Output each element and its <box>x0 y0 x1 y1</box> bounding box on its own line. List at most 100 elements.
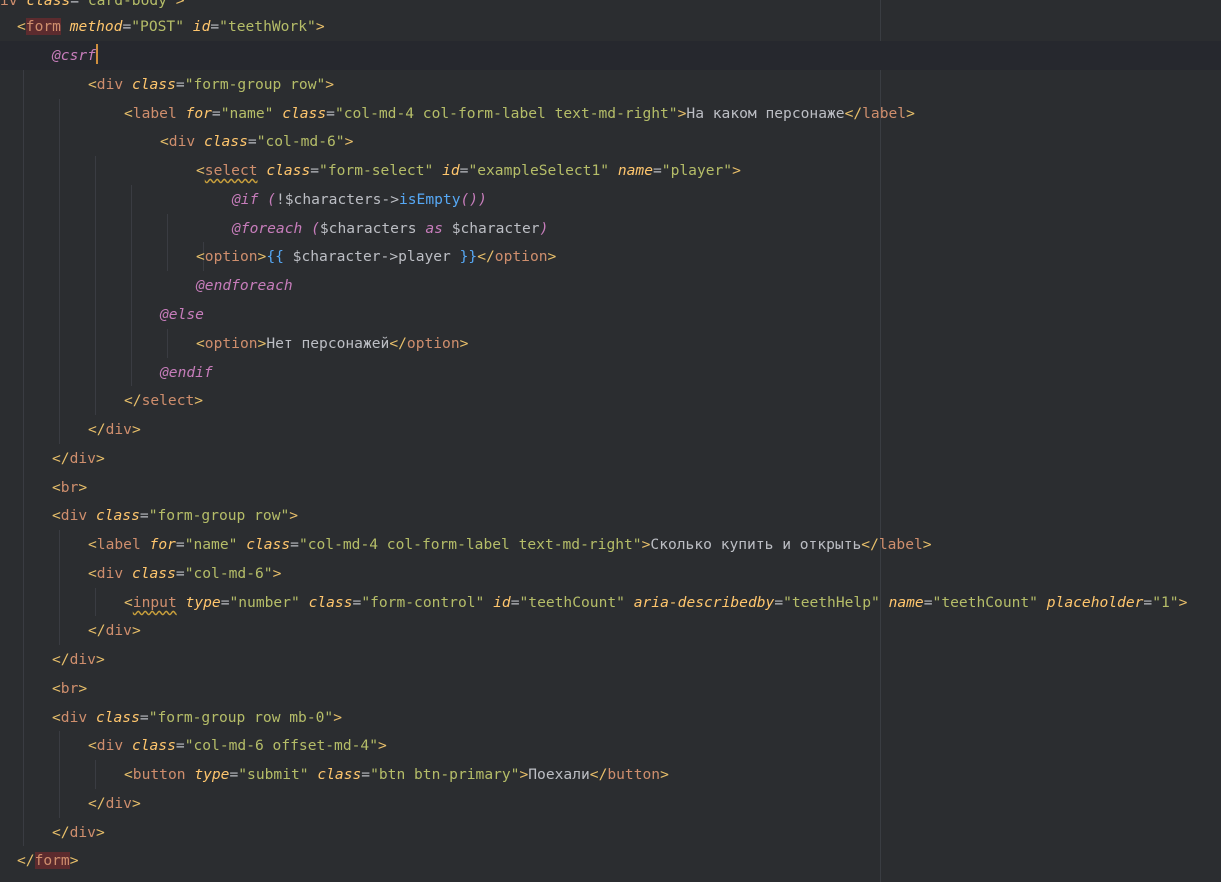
code-token: < <box>88 737 97 754</box>
code-token: </ <box>389 335 407 352</box>
code-token: div <box>96 565 124 582</box>
code-token: aria-describedby <box>633 594 775 611</box>
code-token: = <box>175 737 185 754</box>
code-line[interactable]: <button type="submit" class="btn btn-pri… <box>0 760 1221 789</box>
code-line[interactable]: <div class="col-md-6"> <box>0 127 1221 156</box>
code-line[interactable]: <option>Нет персонажей</option> <box>0 329 1221 358</box>
code-token: @csrf <box>52 47 96 64</box>
code-line[interactable]: <br> <box>0 473 1221 502</box>
code-line[interactable]: @if (!$characters->isEmpty()) <box>0 185 1221 214</box>
code-line[interactable]: </form> <box>0 846 1221 875</box>
code-line[interactable]: <div class="col-md-6 offset-md-4"> <box>0 731 1221 760</box>
code-token: option <box>204 335 258 352</box>
code-token: > <box>95 824 105 841</box>
code-token: </ <box>52 450 70 467</box>
code-token: div <box>96 737 124 754</box>
code-token: = <box>175 565 185 582</box>
code-line-content: <form method="POST" id="teethWork"> <box>17 12 325 41</box>
code-line[interactable]: </div> <box>0 789 1221 818</box>
code-token: "teethHelp" <box>783 594 880 611</box>
code-token: "form-group row" <box>148 507 290 524</box>
code-token: < <box>160 133 169 150</box>
code-token: placeholder <box>1046 594 1144 611</box>
code-token: </ <box>124 392 142 409</box>
code-line[interactable]: <label for="name" class="col-md-4 col-fo… <box>0 530 1221 559</box>
code-token: > <box>131 421 141 438</box>
code-token: class <box>131 737 176 754</box>
code-token: Нет персонажей <box>266 335 390 352</box>
code-token: "teethCount" <box>519 594 625 611</box>
code-line[interactable]: </select> <box>0 386 1221 415</box>
code-token: Сколько купить и открыть <box>650 536 862 553</box>
code-token: iv <box>0 0 27 9</box>
code-line[interactable]: @endforeach <box>0 271 1221 300</box>
code-token: "1" <box>1152 594 1179 611</box>
code-token: = <box>122 18 132 35</box>
code-line[interactable]: <div class="form-group row"> <box>0 501 1221 530</box>
code-token: Поехали <box>528 766 590 783</box>
code-token: > <box>257 335 267 352</box>
code-line[interactable]: <select class="form-select" id="exampleS… <box>0 156 1221 185</box>
code-line[interactable]: <form method="POST" id="teethWork"> <box>0 12 1221 41</box>
code-token: as <box>425 220 443 237</box>
code-token: > <box>272 565 282 582</box>
code-token: > <box>78 479 88 496</box>
code-token: </ <box>17 852 35 869</box>
code-token: </ <box>844 105 863 122</box>
code-line[interactable]: @foreach ($characters as $character) <box>0 214 1221 243</box>
code-token: type <box>185 594 221 611</box>
code-token: > <box>315 18 325 35</box>
code-token: > <box>95 450 105 467</box>
code-line[interactable]: <input type="number" class="form-control… <box>0 588 1221 617</box>
code-line[interactable]: <label for="name" class="col-md-4 col-fo… <box>0 99 1221 128</box>
code-line[interactable]: </div> <box>0 616 1221 645</box>
code-token: < <box>196 335 205 352</box>
code-line[interactable]: <br> <box>0 674 1221 703</box>
code-token: {{ <box>266 248 293 265</box>
code-line[interactable]: </div> <box>0 415 1221 444</box>
code-token: = <box>139 507 149 524</box>
code-token: label <box>132 105 177 122</box>
code-token: class <box>203 133 248 150</box>
code-line[interactable]: </div> <box>0 444 1221 473</box>
code-line[interactable]: </div> <box>0 645 1221 674</box>
code-token: = <box>70 0 80 9</box>
code-line[interactable]: @csrf <box>0 41 1221 70</box>
code-line[interactable]: @endif <box>0 358 1221 387</box>
code-line[interactable]: <div class="form-group row mb-0"> <box>0 703 1221 732</box>
code-token: = <box>310 162 320 179</box>
code-editor[interactable]: iv class="card-body"> <form method="POST"… <box>0 0 1221 882</box>
code-token: = <box>510 594 520 611</box>
code-line[interactable]: <div class="col-md-6"> <box>0 559 1221 588</box>
code-token: > <box>257 248 267 265</box>
code-line[interactable]: </div> <box>0 818 1221 847</box>
code-token: = <box>352 594 362 611</box>
code-token: "col-md-6 offset-md-4" <box>184 737 378 754</box>
code-line[interactable]: <option>{{ $character->player }}</option… <box>0 242 1221 271</box>
code-token: div <box>96 76 124 93</box>
code-line-content: <div class="form-group row"> <box>52 501 298 530</box>
code-token: input <box>132 594 177 611</box>
code-token: player <box>398 248 460 265</box>
code-line-content: <br> <box>52 674 87 703</box>
code-token: "form-group row mb-0" <box>148 709 334 726</box>
code-token: > <box>289 507 299 524</box>
code-token: < <box>88 76 97 93</box>
code-token: class <box>95 709 140 726</box>
code-token: > <box>519 766 529 783</box>
code-token: br <box>60 680 79 697</box>
code-line-content: </div> <box>52 444 105 473</box>
code-token: > <box>333 709 342 726</box>
code-line[interactable]: @else <box>0 300 1221 329</box>
code-line[interactable]: <div class="form-group row"> <box>0 70 1221 99</box>
code-token: </ <box>52 824 70 841</box>
code-token: "form-control" <box>361 594 485 611</box>
code-line-content: <br> <box>52 473 87 502</box>
